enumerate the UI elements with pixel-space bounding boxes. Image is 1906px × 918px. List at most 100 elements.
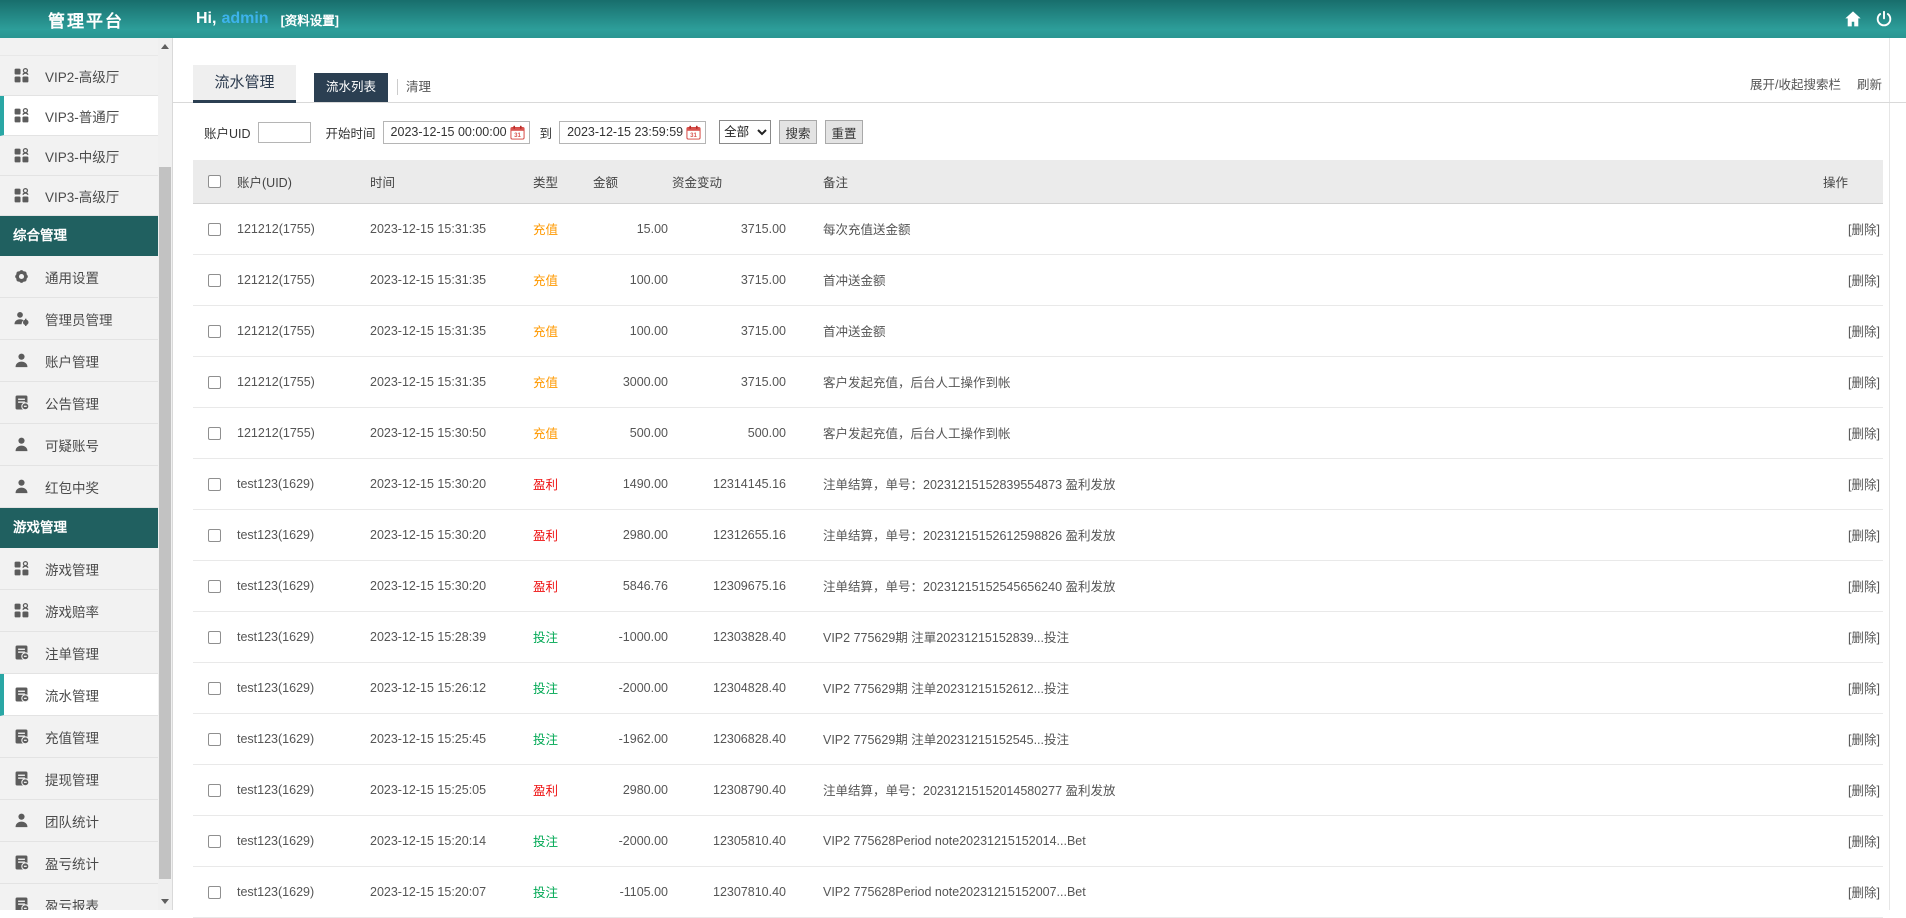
table-row: test123(1629)2023-12-15 15:30:20盈利2980.0…: [193, 509, 1883, 560]
cell-time: 2023-12-15 15:30:20: [370, 560, 533, 611]
sidebar-item-admin-management[interactable]: 管理员管理: [0, 298, 158, 340]
row-checkbox[interactable]: [208, 274, 221, 287]
sidebar-item-vip3-senior-hall[interactable]: VIP3-高级厅: [0, 176, 158, 216]
delete-link[interactable]: [删除]: [1848, 376, 1880, 390]
delete-link[interactable]: [删除]: [1848, 631, 1880, 645]
delete-link[interactable]: [删除]: [1848, 274, 1880, 288]
row-checkbox[interactable]: [208, 784, 221, 797]
row-checkbox[interactable]: [208, 835, 221, 848]
col-header-change: 资金变动: [672, 160, 790, 203]
cell-action: [删除]: [1823, 764, 1883, 815]
row-checkbox[interactable]: [208, 682, 221, 695]
scrollbar-thumb[interactable]: [159, 167, 171, 879]
cell-time: 2023-12-15 15:20:07: [370, 866, 533, 917]
sidebar-item-vip3-middle-hall[interactable]: VIP3-中级厅: [0, 136, 158, 176]
user-icon: [13, 478, 30, 495]
select-all-checkbox[interactable]: [208, 175, 221, 188]
cell-type: 盈利: [533, 458, 593, 509]
tab-flow-management[interactable]: 流水管理: [193, 65, 296, 103]
cell-time: 2023-12-15 15:31:35: [370, 203, 533, 254]
power-icon[interactable]: [1875, 10, 1893, 28]
delete-link[interactable]: [删除]: [1848, 784, 1880, 798]
gear-icon: [13, 268, 30, 285]
sidebar-item-suspicious-accounts[interactable]: 可疑账号: [0, 424, 158, 466]
cell-type: 投注: [533, 662, 593, 713]
delete-link[interactable]: [删除]: [1848, 223, 1880, 237]
row-checkbox[interactable]: [208, 886, 221, 899]
cell-action: [删除]: [1823, 407, 1883, 458]
cell-type: 充值: [533, 305, 593, 356]
row-checkbox[interactable]: [208, 427, 221, 440]
sidebar-item-profit-loss-report[interactable]: 盈亏报表: [0, 884, 158, 910]
delete-link[interactable]: [删除]: [1848, 835, 1880, 849]
cell-type: 充值: [533, 203, 593, 254]
cell-type: 投注: [533, 611, 593, 662]
sidebar-item-label: VIP2-高级厅: [45, 66, 119, 86]
reset-button[interactable]: 重置: [825, 120, 863, 144]
sidebar-item-withdraw-management[interactable]: 提现管理: [0, 758, 158, 800]
row-checkbox[interactable]: [208, 325, 221, 338]
row-checkbox[interactable]: [208, 223, 221, 236]
delete-link[interactable]: [删除]: [1848, 427, 1880, 441]
table-row: 121212(1755)2023-12-15 15:30:50充值500.005…: [193, 407, 1883, 458]
row-checkbox[interactable]: [208, 580, 221, 593]
sidebar-item-bet-order-management[interactable]: 注单管理: [0, 632, 158, 674]
subtab-clean[interactable]: 清理: [406, 73, 431, 102]
cell-action: [删除]: [1823, 815, 1883, 866]
sidebar-item-account-management[interactable]: 账户管理: [0, 340, 158, 382]
table-row: test123(1629)2023-12-15 15:26:12投注-2000.…: [193, 662, 1883, 713]
sidebar-item-game-odds[interactable]: 游戏赔率: [0, 590, 158, 632]
cell-action: [删除]: [1823, 254, 1883, 305]
cell-action: [删除]: [1823, 356, 1883, 407]
delete-link[interactable]: [删除]: [1848, 478, 1880, 492]
cell-account: 121212(1755): [223, 356, 370, 407]
delete-link[interactable]: [删除]: [1848, 886, 1880, 900]
toggle-search-bar-link[interactable]: 展开/收起搜索栏: [1750, 74, 1841, 93]
delete-link[interactable]: [删除]: [1848, 529, 1880, 543]
user-icon: [13, 812, 30, 829]
subtab-flow-list[interactable]: 流水列表: [314, 73, 388, 102]
scroll-up-icon[interactable]: [161, 44, 169, 49]
delete-link[interactable]: [删除]: [1848, 733, 1880, 747]
cell-remark: VIP2 775629期 注單20231215152839...投注: [790, 611, 1823, 662]
cell-checkbox: [193, 458, 223, 509]
type-select[interactable]: 全部: [719, 120, 771, 144]
cell-amount: -1962.00: [593, 713, 672, 764]
sidebar-item-general-settings[interactable]: 通用设置: [0, 256, 158, 298]
sidebar-item-game-management[interactable]: 游戏管理: [0, 548, 158, 590]
sidebar-item-red-packet-winning[interactable]: 红包中奖: [0, 466, 158, 508]
row-checkbox[interactable]: [208, 376, 221, 389]
sidebar-item-vip2-senior-hall[interactable]: VIP2-高级厅: [0, 56, 158, 96]
start-time-input[interactable]: 2023-12-15 00:00:00 31: [383, 121, 530, 144]
cell-action: [删除]: [1823, 458, 1883, 509]
start-time-label: 开始时间: [326, 123, 376, 142]
sidebar-item-announcement-management[interactable]: 公告管理: [0, 382, 158, 424]
sidebar-item-label: 充值管理: [45, 727, 99, 747]
profile-settings-link[interactable]: [资料设置]: [281, 10, 339, 29]
sidebar-scrollbar[interactable]: [158, 38, 173, 910]
sidebar-item-vip3-normal-hall[interactable]: VIP3-普通厅: [0, 96, 158, 136]
uid-input[interactable]: [258, 122, 311, 143]
row-checkbox[interactable]: [208, 631, 221, 644]
cell-amount: 2980.00: [593, 509, 672, 560]
row-checkbox[interactable]: [208, 529, 221, 542]
sidebar-item-flow-management[interactable]: 流水管理: [0, 674, 158, 716]
delete-link[interactable]: [删除]: [1848, 325, 1880, 339]
end-time-input[interactable]: 2023-12-15 23:59:59 31: [559, 121, 706, 144]
sidebar-item-recharge-management[interactable]: 充值管理: [0, 716, 158, 758]
cell-checkbox: [193, 254, 223, 305]
sidebar-item-profit-loss-statistics[interactable]: 盈亏统计: [0, 842, 158, 884]
row-checkbox[interactable]: [208, 478, 221, 491]
table-row: test123(1629)2023-12-15 15:28:39投注-1000.…: [193, 611, 1883, 662]
home-icon[interactable]: [1844, 10, 1862, 28]
sidebar-item-label: 游戏赔率: [45, 601, 99, 621]
delete-link[interactable]: [删除]: [1848, 580, 1880, 594]
row-checkbox[interactable]: [208, 733, 221, 746]
sidebar-item-team-statistics[interactable]: 团队统计: [0, 800, 158, 842]
search-button[interactable]: 搜索: [779, 120, 817, 144]
sidebar-item-label: VIP3-高级厅: [45, 186, 119, 206]
cell-change: 3715.00: [672, 203, 790, 254]
delete-link[interactable]: [删除]: [1848, 682, 1880, 696]
scroll-down-icon[interactable]: [161, 899, 169, 904]
refresh-link[interactable]: 刷新: [1857, 74, 1882, 93]
